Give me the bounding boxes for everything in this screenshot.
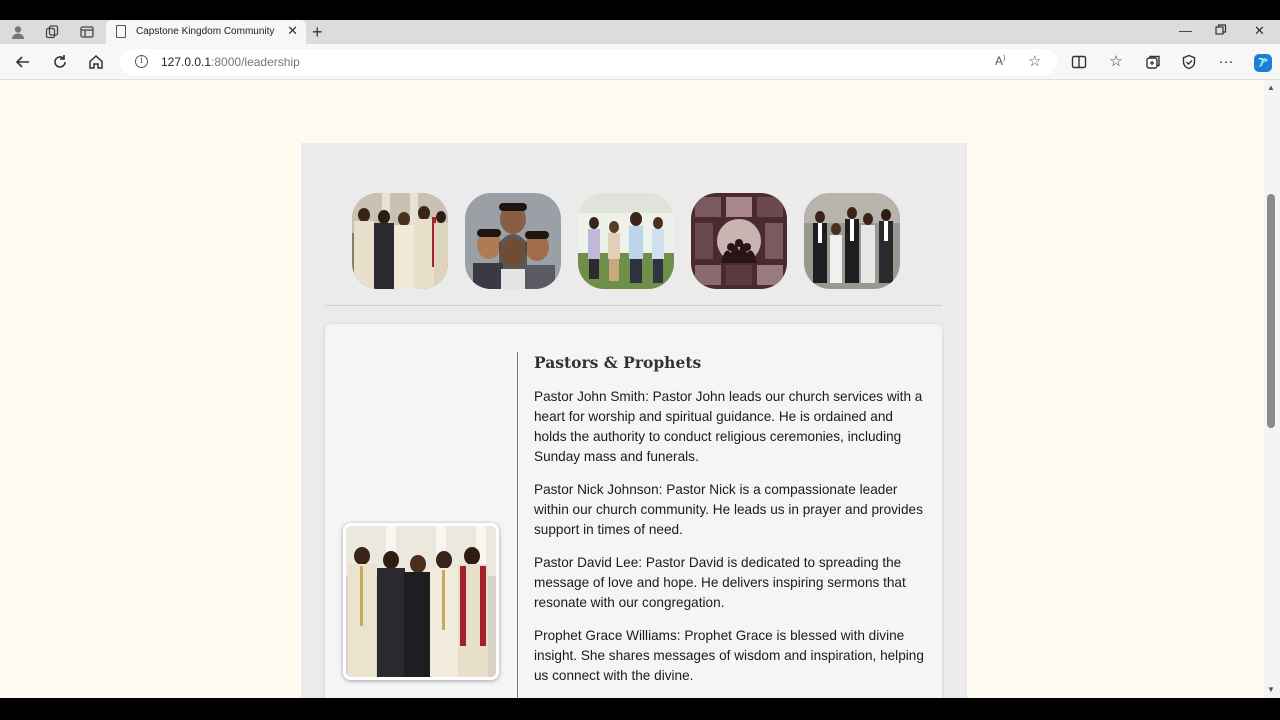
pastors-card: Pastors & Prophets Pastor John Smith: Pa… [325, 324, 942, 698]
page-viewport: Pastors & Prophets Pastor John Smith: Pa… [0, 80, 1264, 698]
profile-icon[interactable] [10, 24, 26, 40]
tab-title: Capstone Kingdom Community [136, 26, 275, 37]
info-icon[interactable]: i [135, 55, 148, 68]
page-icon [116, 25, 126, 38]
favorite-icon[interactable]: ☆ [1028, 52, 1041, 70]
copilot-icon[interactable] [1253, 53, 1272, 72]
close-icon[interactable]: ✕ [287, 23, 298, 39]
read-aloud-icon[interactable]: A) [995, 54, 1005, 68]
collections-icon[interactable] [1144, 53, 1162, 71]
navigation-bar: i 127.0.0.1:8000/leadership A) ☆ ☆ ··· [0, 44, 1280, 80]
card-divider-line [517, 352, 518, 698]
address-bar[interactable]: i 127.0.0.1:8000/leadership A) ☆ [120, 49, 1057, 75]
favorites-icon[interactable]: ☆ [1107, 53, 1125, 71]
leadership-thumbnails [352, 193, 912, 289]
refresh-icon[interactable] [51, 53, 69, 71]
thumbnail-pastors-group[interactable] [352, 193, 448, 289]
thumbnail-worship-collage[interactable] [691, 193, 787, 289]
split-screen-icon[interactable] [1070, 53, 1088, 71]
thumbnail-youth-group[interactable] [465, 193, 561, 289]
extensions-icon[interactable] [1180, 53, 1198, 71]
os-bottom-bar [0, 698, 1280, 720]
scroll-down-icon[interactable]: ▼ [1267, 685, 1275, 694]
thumbnail-divider [325, 305, 942, 306]
os-top-bar [0, 0, 1280, 20]
more-icon[interactable]: ··· [1217, 53, 1235, 71]
active-tab[interactable]: Capstone Kingdom Community ✕ [106, 20, 306, 44]
close-window-icon[interactable]: ✕ [1254, 23, 1265, 39]
scroll-up-icon[interactable]: ▲ [1267, 83, 1275, 92]
page-scrollbar[interactable]: ▲ ▼ [1264, 80, 1280, 698]
tab-strip: Capstone Kingdom Community ✕ + — ✕ [0, 20, 1280, 44]
tab-actions-icon[interactable] [79, 24, 95, 40]
minimize-icon[interactable]: — [1179, 23, 1192, 38]
pastors-photo [343, 523, 499, 680]
url-text[interactable]: 127.0.0.1:8000/leadership [161, 55, 300, 69]
bio-paragraph: Prophet Grace Williams: Prophet Grace is… [534, 628, 924, 683]
leadership-panel: Pastors & Prophets Pastor John Smith: Pa… [301, 143, 967, 698]
bio-paragraph: Pastor David Lee: Pastor David is dedica… [534, 555, 906, 610]
restore-icon[interactable] [1215, 23, 1227, 37]
thumbnail-ministry-team[interactable] [578, 193, 674, 289]
workspaces-icon[interactable] [44, 24, 60, 40]
back-icon[interactable] [14, 53, 32, 71]
bio-paragraph: Pastor Nick Johnson: Pastor Nick is a co… [534, 482, 923, 537]
new-tab-icon[interactable]: + [312, 22, 323, 43]
bio-paragraph: Pastor John Smith: Pastor John leads our… [534, 389, 923, 464]
home-icon[interactable] [87, 53, 105, 71]
thumbnail-deacons-group[interactable] [804, 193, 900, 289]
scrollbar-thumb[interactable] [1267, 194, 1275, 428]
bios-list: Pastor John Smith: Pastor John leads our… [534, 387, 929, 698]
section-title: Pastors & Prophets [534, 353, 702, 372]
